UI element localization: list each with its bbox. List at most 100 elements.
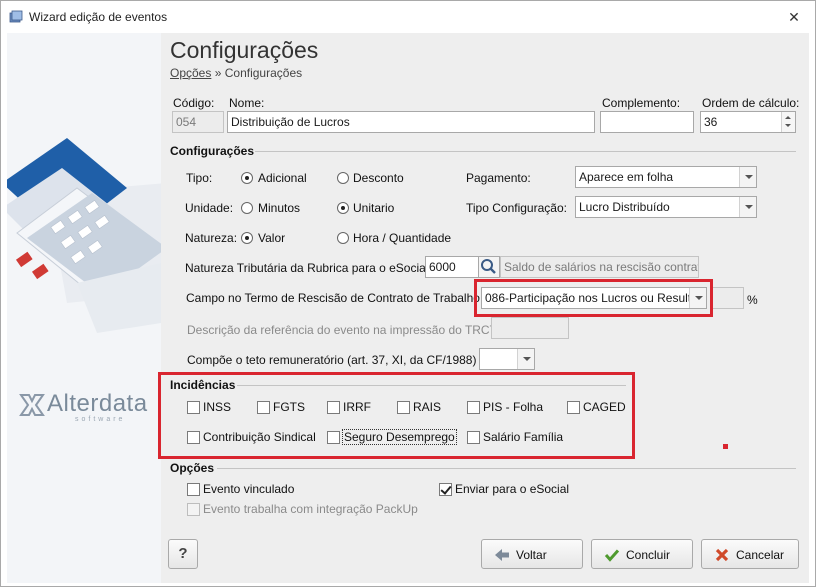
inss-label: INSS	[203, 400, 232, 414]
complemento-label: Complemento:	[602, 96, 681, 110]
checkbox-salario-familia[interactable]	[467, 431, 480, 444]
percent-sign: %	[747, 293, 758, 307]
title-bar: Wizard edição de eventos ✕	[1, 1, 815, 33]
codigo-field: 054	[172, 111, 224, 133]
packup-label: Evento trabalha com integração PackUp	[203, 502, 418, 516]
pagamento-label: Pagamento:	[466, 171, 531, 185]
opcoes-section-divider	[217, 468, 796, 469]
descricao-trct-label: Descrição da referência do evento na imp…	[187, 323, 497, 337]
highlight-campo-trct	[474, 279, 713, 317]
spin-arrows-icon[interactable]	[781, 112, 795, 132]
check-icon	[604, 549, 620, 562]
checkbox-caged[interactable]	[567, 401, 580, 414]
checkbox-pis-folha[interactable]	[467, 401, 480, 414]
checkbox-enviar-esocial[interactable]	[439, 483, 452, 496]
natureza-tributaria-description: Saldo de salários na rescisão contratu	[500, 256, 699, 278]
tipo-configuracao-value: Lucro Distribuído	[579, 200, 670, 214]
breadcrumb-link-opcoes[interactable]: Opções	[170, 66, 211, 80]
search-button[interactable]	[478, 256, 500, 278]
codigo-label: Código:	[173, 96, 215, 110]
irrf-label: IRRF	[343, 400, 371, 414]
page-title: Configurações	[170, 37, 319, 63]
app-icon	[9, 10, 23, 23]
tipo-configuracao-combo[interactable]: Lucro Distribuído	[575, 196, 757, 218]
close-button[interactable]: ✕	[781, 7, 807, 27]
concluir-button[interactable]: Concluir	[591, 539, 693, 569]
config-section-divider	[255, 151, 796, 152]
tipo-configuracao-label: Tipo Configuração:	[466, 201, 567, 215]
help-button[interactable]: ?	[168, 539, 198, 569]
arrow-left-icon	[495, 549, 509, 561]
concluir-label: Concluir	[626, 548, 671, 562]
campo-trct-label: Campo no Termo de Rescisão de Contrato d…	[186, 291, 484, 305]
enviar-esocial-label: Enviar para o eSocial	[455, 482, 570, 496]
tipo-adicional-label: Adicional	[258, 171, 307, 185]
chevron-down-icon[interactable]	[739, 167, 756, 187]
incidencias-section-title: Incidências	[170, 378, 236, 392]
unidade-unitario-radio[interactable]	[337, 202, 349, 214]
checkbox-inss[interactable]	[187, 401, 200, 414]
alterdata-logo-sub: software	[75, 416, 126, 423]
unidade-unitario-label: Unitario	[353, 201, 395, 215]
natureza-hora-label: Hora / Quantidade	[353, 231, 452, 245]
checkbox-seguro-desemprego[interactable]	[327, 431, 340, 444]
natureza-tributaria-code-field[interactable]: 6000	[425, 256, 479, 278]
wizard-window: Wizard edição de eventos ✕ Alterdata sof…	[0, 0, 816, 587]
descricao-trct-field	[491, 317, 569, 339]
checkbox-fgts[interactable]	[257, 401, 270, 414]
campo-trct-percent-field	[712, 287, 744, 309]
tipo-desconto-label: Desconto	[353, 171, 404, 185]
alterdata-logo: Alterdata	[47, 390, 148, 417]
seguro-desemprego-label: Seguro Desemprego	[342, 429, 457, 445]
unidade-label: Unidade:	[185, 201, 234, 215]
rais-label: RAIS	[413, 400, 442, 414]
contribuicao-sindical-label: Contribuição Sindical	[203, 430, 316, 444]
evento-vinculado-label: Evento vinculado	[203, 482, 295, 496]
nome-label: Nome:	[229, 96, 265, 110]
complemento-field[interactable]	[600, 111, 694, 133]
window-title: Wizard edição de eventos	[29, 10, 168, 24]
calculator-illustration	[7, 33, 161, 583]
checkbox-rais[interactable]	[397, 401, 410, 414]
sidebar-illustration: Alterdata software	[7, 33, 161, 583]
tipo-label: Tipo:	[186, 171, 213, 185]
natureza-valor-label: Valor	[258, 231, 286, 245]
chevron-down-icon[interactable]	[739, 197, 756, 217]
tipo-desconto-radio[interactable]	[337, 172, 349, 184]
breadcrumb-separator: »	[214, 66, 222, 80]
voltar-label: Voltar	[516, 548, 547, 562]
breadcrumb: Opções » Configurações	[170, 66, 302, 80]
incidencias-section-divider	[237, 385, 626, 386]
checkbox-contribuicao-sindical[interactable]	[187, 431, 200, 444]
unidade-minutos-radio[interactable]	[241, 202, 253, 214]
voltar-button[interactable]: Voltar	[481, 539, 583, 569]
caged-label: CAGED	[583, 400, 626, 414]
checkbox-irrf[interactable]	[327, 401, 340, 414]
checkbox-evento-vinculado[interactable]	[187, 483, 200, 496]
fgts-label: FGTS	[273, 400, 305, 414]
unidade-minutos-label: Minutos	[258, 201, 301, 215]
natureza-tributaria-label: Natureza Tributária da Rubrica para o eS…	[185, 261, 432, 275]
teto-remuneratorio-label: Compõe o teto remuneratório (art. 37, XI…	[187, 353, 477, 367]
ordem-calculo-label: Ordem de cálculo:	[702, 96, 800, 110]
natureza-valor-radio[interactable]	[241, 232, 253, 244]
checkbox-packup	[187, 503, 200, 516]
opcoes-section-title: Opções	[170, 461, 215, 475]
ordem-calculo-field[interactable]: 36	[700, 111, 796, 133]
ordem-calculo-value: 36	[704, 115, 718, 129]
teto-remuneratorio-combo[interactable]	[479, 348, 535, 370]
pagamento-value: Aparece em folha	[579, 170, 674, 184]
cancelar-button[interactable]: Cancelar	[701, 539, 799, 569]
nome-field[interactable]: Distribuição de Lucros	[227, 111, 595, 133]
main-panel: Configurações Opções » Configurações Cód…	[158, 33, 809, 583]
red-marker	[723, 444, 728, 449]
alterdata-logo-icon	[19, 394, 45, 416]
pagamento-combo[interactable]: Aparece em folha	[575, 166, 757, 188]
natureza-hora-radio[interactable]	[337, 232, 349, 244]
close-icon	[715, 548, 729, 562]
search-icon	[481, 259, 496, 274]
chevron-down-icon[interactable]	[517, 349, 534, 369]
pis-folha-label: PIS - Folha	[483, 400, 544, 414]
salario-familia-label: Salário Família	[483, 430, 564, 444]
tipo-adicional-radio[interactable]	[241, 172, 253, 184]
